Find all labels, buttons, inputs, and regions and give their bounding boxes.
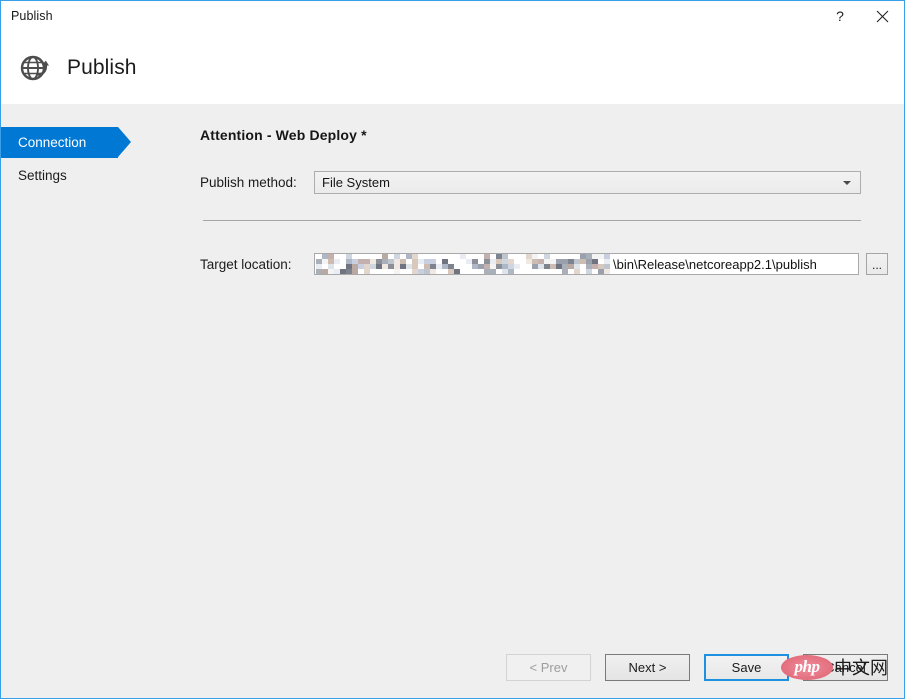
publish-method-select[interactable]: File System	[314, 171, 861, 194]
browse-button[interactable]: ...	[866, 253, 888, 275]
dialog-footer: < Prev Next > Save Cancel	[1, 636, 904, 698]
save-button[interactable]: Save	[704, 653, 789, 681]
section-title: Attention - Web Deploy *	[200, 127, 367, 143]
target-location-value: \bin\Release\netcoreapp2.1\publish	[613, 256, 817, 272]
close-icon[interactable]	[860, 1, 904, 31]
help-button[interactable]: ?	[820, 1, 860, 31]
sidebar: Connection Settings	[1, 127, 181, 191]
sidebar-item-connection-label: Connection	[18, 135, 87, 150]
target-location-input[interactable]: \bin\Release\netcoreapp2.1\publish	[314, 253, 859, 275]
form-divider	[203, 220, 861, 221]
sidebar-item-settings-label: Settings	[18, 168, 67, 183]
window-title: Publish	[11, 9, 53, 23]
chevron-down-icon	[843, 180, 851, 185]
globe-publish-icon	[15, 48, 55, 88]
dialog-body: Connection Settings Attention - Web Depl…	[1, 104, 904, 698]
publish-dialog-window: Publish ? Publish Connection Settings At…	[0, 0, 905, 699]
target-location-label: Target location:	[200, 256, 292, 272]
page-title: Publish	[67, 55, 137, 79]
cancel-button[interactable]: Cancel	[803, 653, 888, 681]
target-location-row: Target location: \bin\Release\netcoreapp…	[200, 253, 888, 275]
prev-button[interactable]: < Prev	[506, 653, 591, 681]
publish-method-row: Publish method: File System	[200, 171, 888, 194]
sidebar-item-connection[interactable]: Connection	[1, 127, 131, 158]
connection-form: Attention - Web Deploy * Publish method:…	[200, 127, 888, 275]
title-bar: Publish ?	[1, 1, 904, 31]
next-button[interactable]: Next >	[605, 653, 690, 681]
dialog-header: Publish	[1, 31, 904, 104]
sidebar-item-settings[interactable]: Settings	[1, 160, 118, 191]
redacted-path-mosaic	[316, 254, 613, 274]
publish-method-value: File System	[322, 175, 390, 190]
publish-method-label: Publish method:	[200, 175, 297, 190]
